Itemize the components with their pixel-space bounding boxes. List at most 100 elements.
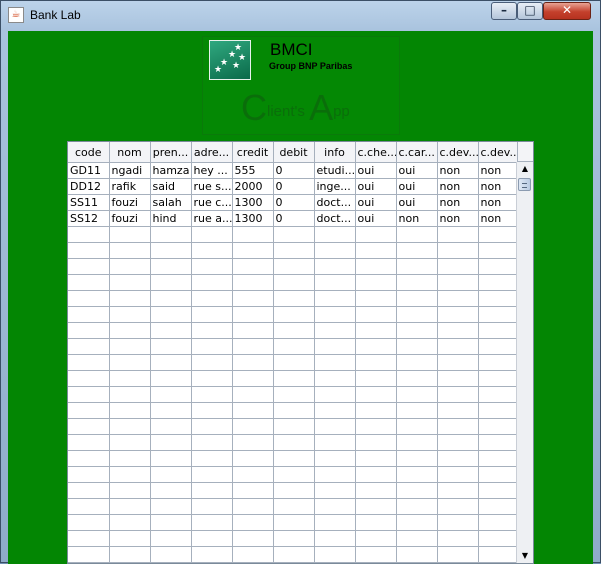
table-cell[interactable] bbox=[478, 274, 520, 291]
table-cell[interactable] bbox=[232, 322, 274, 339]
table-cell[interactable] bbox=[109, 466, 151, 483]
close-button[interactable]: ✕ bbox=[543, 2, 591, 20]
empty-table-row[interactable] bbox=[68, 482, 520, 499]
table-cell[interactable] bbox=[109, 258, 151, 275]
table-cell[interactable] bbox=[68, 322, 110, 339]
table-cell[interactable] bbox=[232, 226, 274, 243]
table-cell[interactable] bbox=[273, 354, 315, 371]
table-cell[interactable] bbox=[478, 306, 520, 323]
table-cell[interactable]: 0 bbox=[273, 162, 315, 179]
empty-table-row[interactable] bbox=[68, 530, 520, 547]
table-cell[interactable] bbox=[191, 546, 233, 563]
table-cell[interactable] bbox=[191, 514, 233, 531]
clients-table[interactable]: code nom pren... adre... credit debit info c.ch… bbox=[67, 141, 534, 564]
table-cell[interactable] bbox=[68, 306, 110, 323]
table-cell[interactable]: inge... bbox=[314, 178, 356, 195]
table-cell[interactable] bbox=[437, 466, 479, 483]
table-cell[interactable] bbox=[396, 226, 438, 243]
table-cell[interactable]: 0 bbox=[273, 178, 315, 195]
table-cell[interactable] bbox=[150, 466, 192, 483]
table-cell[interactable]: 1300 bbox=[232, 194, 274, 211]
table-cell[interactable] bbox=[437, 274, 479, 291]
table-cell[interactable] bbox=[191, 226, 233, 243]
table-cell[interactable] bbox=[396, 466, 438, 483]
empty-table-row[interactable] bbox=[68, 498, 520, 515]
table-cell[interactable] bbox=[273, 226, 315, 243]
table-cell[interactable]: GD11 bbox=[68, 162, 110, 179]
table-cell[interactable] bbox=[109, 226, 151, 243]
table-cell[interactable] bbox=[232, 290, 274, 307]
column-header[interactable]: c.car... bbox=[396, 142, 438, 163]
table-cell[interactable] bbox=[232, 354, 274, 371]
table-cell[interactable] bbox=[150, 354, 192, 371]
table-cell[interactable] bbox=[273, 418, 315, 435]
table-cell[interactable] bbox=[68, 498, 110, 515]
table-cell[interactable] bbox=[191, 530, 233, 547]
table-cell[interactable]: fouzi bbox=[109, 210, 151, 227]
table-cell[interactable] bbox=[396, 306, 438, 323]
table-cell[interactable]: 2000 bbox=[232, 178, 274, 195]
empty-table-row[interactable] bbox=[68, 290, 520, 307]
table-cell[interactable] bbox=[232, 242, 274, 259]
column-header[interactable]: debit bbox=[273, 142, 315, 163]
table-cell[interactable] bbox=[355, 354, 397, 371]
table-cell[interactable] bbox=[314, 226, 356, 243]
table-cell[interactable] bbox=[437, 482, 479, 499]
minimize-button[interactable]: – bbox=[491, 2, 517, 20]
table-cell[interactable] bbox=[150, 402, 192, 419]
table-cell[interactable] bbox=[273, 402, 315, 419]
table-cell[interactable] bbox=[150, 434, 192, 451]
table-cell[interactable] bbox=[478, 322, 520, 339]
title-bar[interactable]: ☕ Bank Lab – □ ✕ bbox=[1, 1, 600, 31]
table-cell[interactable] bbox=[232, 498, 274, 515]
table-cell[interactable] bbox=[437, 322, 479, 339]
table-cell[interactable]: 1300 bbox=[232, 210, 274, 227]
table-cell[interactable] bbox=[68, 386, 110, 403]
table-cell[interactable] bbox=[109, 386, 151, 403]
table-cell[interactable] bbox=[314, 354, 356, 371]
table-cell[interactable] bbox=[232, 450, 274, 467]
empty-table-row[interactable] bbox=[68, 274, 520, 291]
table-cell[interactable] bbox=[232, 338, 274, 355]
empty-table-row[interactable] bbox=[68, 514, 520, 531]
table-cell[interactable] bbox=[68, 466, 110, 483]
table-cell[interactable] bbox=[355, 242, 397, 259]
table-cell[interactable] bbox=[68, 514, 110, 531]
table-cell[interactable] bbox=[396, 386, 438, 403]
table-cell[interactable] bbox=[232, 370, 274, 387]
table-cell[interactable] bbox=[437, 450, 479, 467]
table-cell[interactable] bbox=[355, 482, 397, 499]
table-row[interactable]: DD12 rafik said rue s... 2000 0 inge... oui oui n… bbox=[68, 178, 520, 195]
table-cell[interactable] bbox=[437, 258, 479, 275]
table-cell[interactable]: non bbox=[437, 178, 479, 195]
table-cell[interactable] bbox=[478, 338, 520, 355]
table-cell[interactable] bbox=[232, 258, 274, 275]
table-cell[interactable] bbox=[355, 370, 397, 387]
table-cell[interactable] bbox=[232, 306, 274, 323]
table-cell[interactable] bbox=[109, 434, 151, 451]
table-cell[interactable] bbox=[437, 546, 479, 563]
table-cell[interactable] bbox=[109, 402, 151, 419]
scroll-thumb[interactable] bbox=[518, 178, 531, 191]
table-cell[interactable]: rue c... bbox=[191, 194, 233, 211]
table-cell[interactable] bbox=[396, 354, 438, 371]
table-cell[interactable] bbox=[478, 498, 520, 515]
table-cell[interactable] bbox=[396, 530, 438, 547]
table-cell[interactable] bbox=[314, 290, 356, 307]
table-cell[interactable] bbox=[396, 242, 438, 259]
empty-table-row[interactable] bbox=[68, 386, 520, 403]
table-cell[interactable] bbox=[314, 450, 356, 467]
table-cell[interactable] bbox=[478, 514, 520, 531]
table-cell[interactable] bbox=[191, 402, 233, 419]
table-cell[interactable] bbox=[273, 274, 315, 291]
table-cell[interactable] bbox=[191, 242, 233, 259]
empty-table-row[interactable] bbox=[68, 242, 520, 259]
table-cell[interactable] bbox=[478, 226, 520, 243]
table-cell[interactable] bbox=[314, 418, 356, 435]
table-cell[interactable] bbox=[355, 530, 397, 547]
table-cell[interactable] bbox=[109, 370, 151, 387]
table-cell[interactable] bbox=[437, 290, 479, 307]
table-cell[interactable]: rue a... bbox=[191, 210, 233, 227]
table-cell[interactable] bbox=[437, 498, 479, 515]
table-cell[interactable] bbox=[314, 402, 356, 419]
